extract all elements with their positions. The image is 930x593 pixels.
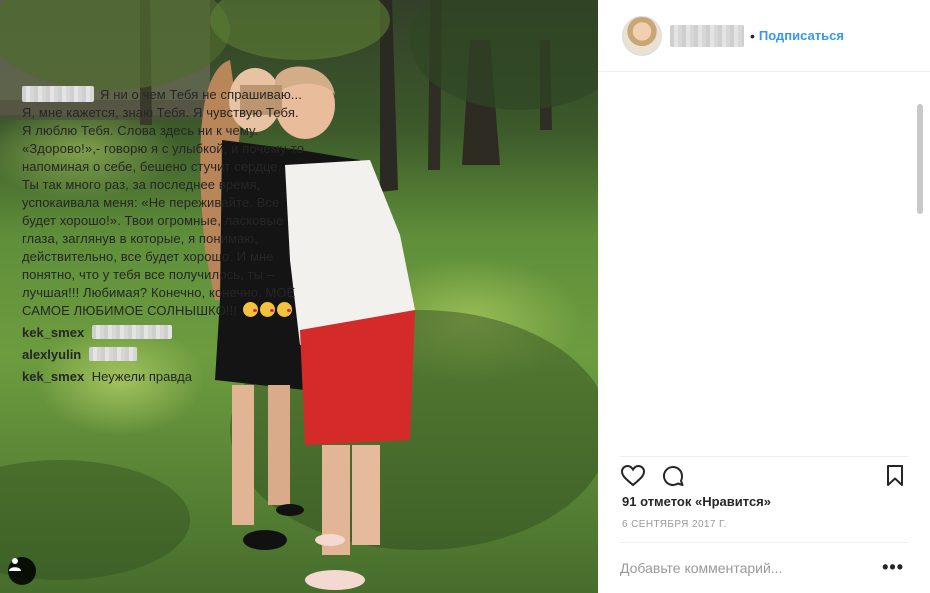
action-bar: [620, 456, 908, 492]
comments-list[interactable]: Я ни о чем Тебя не спрашиваю... Я, мне к…: [22, 86, 314, 448]
more-options-button[interactable]: •••: [882, 557, 908, 578]
comment-text-blurred: [91, 325, 172, 339]
follow-button[interactable]: Подписаться: [759, 28, 844, 43]
comment-text: Неужели правда: [91, 369, 192, 384]
kiss-emoji-icon: [259, 302, 275, 317]
caption-text: Я ни о чем Тебя не спрашиваю... Я, мне к…: [22, 87, 305, 318]
kiss-emoji-icon: [242, 302, 258, 317]
avatar[interactable]: [622, 15, 662, 56]
username-blurred[interactable]: [670, 24, 744, 47]
likes-count[interactable]: 91 отметок «Нравится»: [622, 494, 771, 509]
post-date[interactable]: 6 сентября 2017 г.: [622, 519, 727, 530]
comment-icon[interactable]: [660, 463, 686, 489]
comment-username[interactable]: alexlyulin: [22, 347, 81, 362]
comments-scrollbar[interactable]: [916, 74, 924, 454]
user-tag-icon[interactable]: [8, 557, 36, 585]
comment-input[interactable]: [620, 559, 850, 576]
comment-username[interactable]: kek_smex: [22, 325, 84, 340]
kiss-emoji-icon: [276, 302, 292, 317]
separator-dot: •: [750, 27, 755, 44]
comment: alexlyulin: [22, 346, 306, 364]
comment-text-blurred: [88, 347, 137, 361]
post-header: • Подписаться: [598, 0, 930, 72]
add-comment-bar: •••: [620, 542, 908, 592]
caption-author-blurred[interactable]: [22, 86, 94, 102]
bookmark-icon[interactable]: [882, 463, 908, 489]
comment: kek_smex: [22, 324, 306, 342]
scrollbar-thumb[interactable]: [917, 104, 923, 214]
caption: Я ни о чем Тебя не спрашиваю... Я, мне к…: [22, 86, 306, 320]
heart-icon[interactable]: [620, 463, 646, 489]
comment: kek_smex Неужели правда: [22, 368, 306, 386]
comment-username[interactable]: kek_smex: [22, 369, 84, 384]
